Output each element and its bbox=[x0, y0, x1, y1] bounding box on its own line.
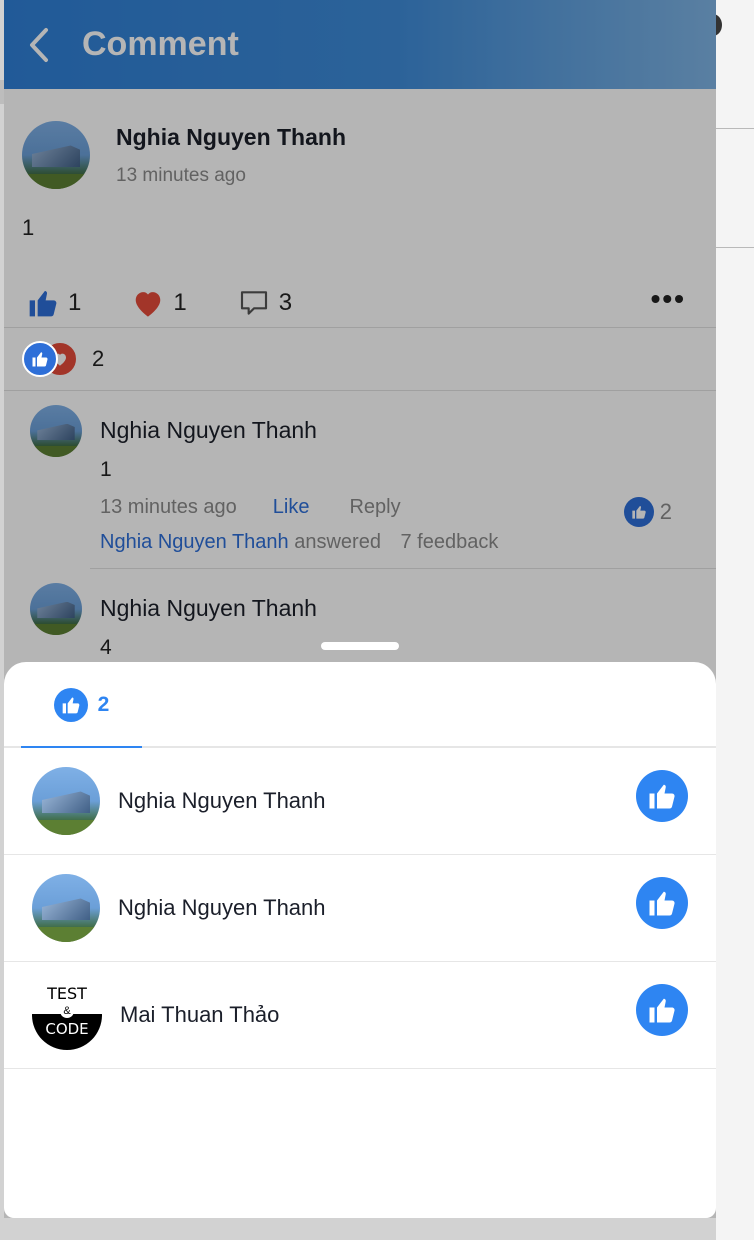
thumbs-up-icon bbox=[636, 770, 688, 822]
avatar-logo: TEST & CODE bbox=[32, 980, 102, 1050]
thumbs-up-icon bbox=[53, 688, 88, 722]
user-name: Mai Thuan Thảo bbox=[120, 1002, 280, 1027]
list-item[interactable]: Nghia Nguyen Thanh bbox=[4, 748, 716, 855]
thumbs-up-icon bbox=[636, 877, 688, 929]
tab-like[interactable]: 2 bbox=[21, 662, 142, 748]
background-divider bbox=[716, 247, 754, 248]
avatar bbox=[32, 874, 100, 942]
tab-like-count: 2 bbox=[97, 693, 110, 716]
app-screen: Comment Nghia Nguyen Thanh 13 minutes ag… bbox=[4, 0, 716, 1218]
reaction-tabs: 2 bbox=[4, 662, 716, 748]
like-reaction-icon bbox=[22, 341, 58, 377]
background-divider bbox=[716, 128, 754, 129]
list-item[interactable]: Nghia Nguyen Thanh bbox=[4, 855, 716, 962]
user-name: Nghia Nguyen Thanh bbox=[118, 788, 326, 813]
user-name: Nghia Nguyen Thanh bbox=[118, 895, 326, 920]
reactions-sheet: 2 Nghia Nguyen Thanh Nghia Nguyen Thanh … bbox=[4, 662, 716, 1218]
background-window bbox=[716, 0, 754, 1240]
thumbs-up-icon bbox=[636, 984, 688, 1036]
sheet-drag-handle[interactable] bbox=[321, 642, 399, 650]
list-item[interactable]: TEST & CODE Mai Thuan Thảo bbox=[4, 962, 716, 1069]
avatar bbox=[32, 767, 100, 835]
